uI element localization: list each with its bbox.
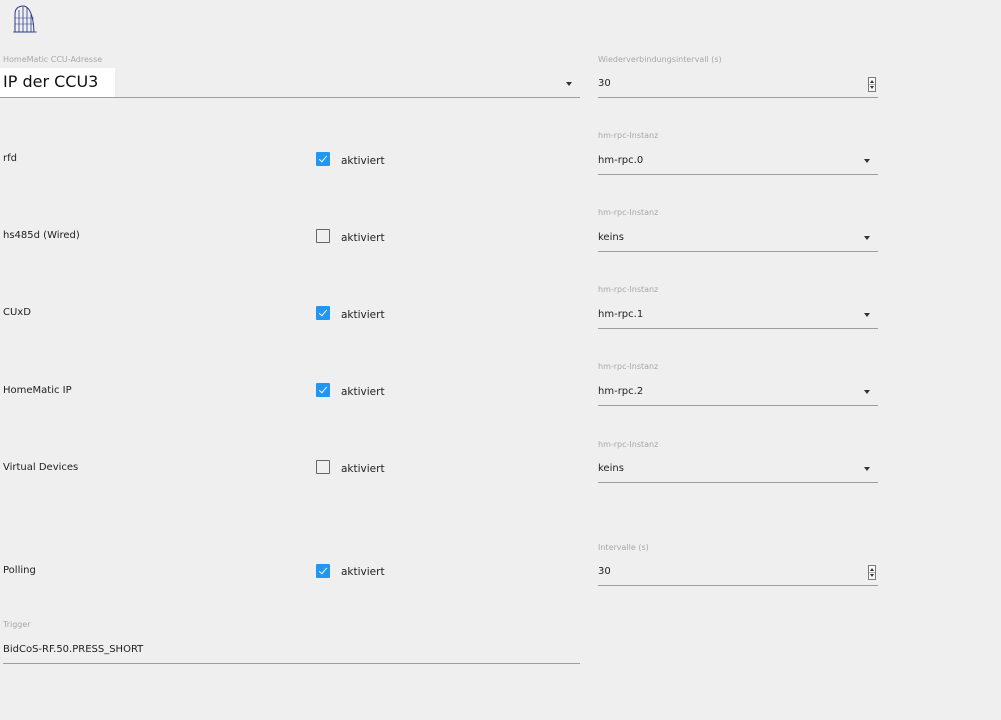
homematic-ip-checkbox[interactable] (316, 383, 330, 397)
number-spinner-icon[interactable] (868, 565, 876, 580)
trigger-input[interactable]: BidCoS-RF.50.PRESS_SHORT (3, 639, 580, 664)
rfd-instance-label: hm-rpc-Instanz (598, 131, 659, 140)
cuxd-instance-label: hm-rpc-Instanz (598, 285, 659, 294)
rfd-instance-select[interactable]: hm-rpc.0 (598, 150, 878, 175)
chevron-down-icon (864, 467, 870, 471)
reconnect-interval-value: 30 (598, 78, 611, 89)
hs485d-instance-select[interactable]: keins (598, 227, 878, 252)
polling-interval-label: Intervalle (s) (598, 543, 649, 552)
hs485d-checkbox-label: aktiviert (341, 232, 385, 244)
ccu-address-label: HomeMatic CCU-Adresse (3, 55, 103, 64)
cuxd-instance-value: hm-rpc.1 (598, 309, 644, 320)
trigger-label: Trigger (3, 620, 31, 629)
virtual-devices-checkbox[interactable] (316, 460, 330, 474)
chevron-down-icon (864, 236, 870, 240)
hs485d-checkbox[interactable] (316, 229, 330, 243)
homematic-ip-instance-value: hm-rpc.2 (598, 386, 644, 397)
chevron-down-icon (864, 390, 870, 394)
rfd-label: rfd (3, 153, 17, 164)
reconnect-interval-input[interactable]: 30 (598, 73, 878, 98)
chevron-down-icon (864, 159, 870, 163)
rfd-checkbox[interactable] (316, 152, 330, 166)
cuxd-label: CUxD (3, 307, 31, 318)
ccu-address-input[interactable]: IP der CCU3 (0, 68, 115, 97)
homematic-ip-checkbox-label: aktiviert (341, 386, 385, 398)
virtual-devices-instance-select[interactable]: keins (598, 458, 878, 483)
homematic-ip-label: HomeMatic IP (3, 385, 72, 396)
virtual-devices-instance-value: keins (598, 463, 624, 474)
homematic-logo-icon (13, 5, 37, 33)
polling-interval-value: 30 (598, 566, 611, 577)
hs485d-instance-label: hm-rpc-Instanz (598, 208, 659, 217)
number-spinner-icon[interactable] (868, 77, 876, 92)
rfd-checkbox-label: aktiviert (341, 155, 385, 167)
hs485d-instance-value: keins (598, 232, 624, 243)
trigger-value: BidCoS-RF.50.PRESS_SHORT (3, 644, 144, 655)
chevron-down-icon (566, 82, 572, 86)
virtual-devices-checkbox-label: aktiviert (341, 463, 385, 475)
chevron-down-icon (864, 313, 870, 317)
reconnect-interval-label: Wiederverbindungsintervall (s) (598, 55, 722, 64)
hs485d-label: hs485d (Wired) (3, 230, 80, 241)
virtual-devices-label: Virtual Devices (3, 462, 79, 473)
rfd-instance-value: hm-rpc.0 (598, 155, 644, 166)
polling-interval-input[interactable]: 30 (598, 561, 878, 586)
cuxd-checkbox-label: aktiviert (341, 309, 385, 321)
polling-checkbox[interactable] (316, 564, 330, 578)
polling-checkbox-label: aktiviert (341, 566, 385, 578)
homematic-ip-instance-label: hm-rpc-Instanz (598, 362, 659, 371)
cuxd-instance-select[interactable]: hm-rpc.1 (598, 304, 878, 329)
cuxd-checkbox[interactable] (316, 306, 330, 320)
polling-label: Polling (3, 565, 36, 576)
virtual-devices-instance-label: hm-rpc-Instanz (598, 440, 659, 449)
homematic-ip-instance-select[interactable]: hm-rpc.2 (598, 381, 878, 406)
